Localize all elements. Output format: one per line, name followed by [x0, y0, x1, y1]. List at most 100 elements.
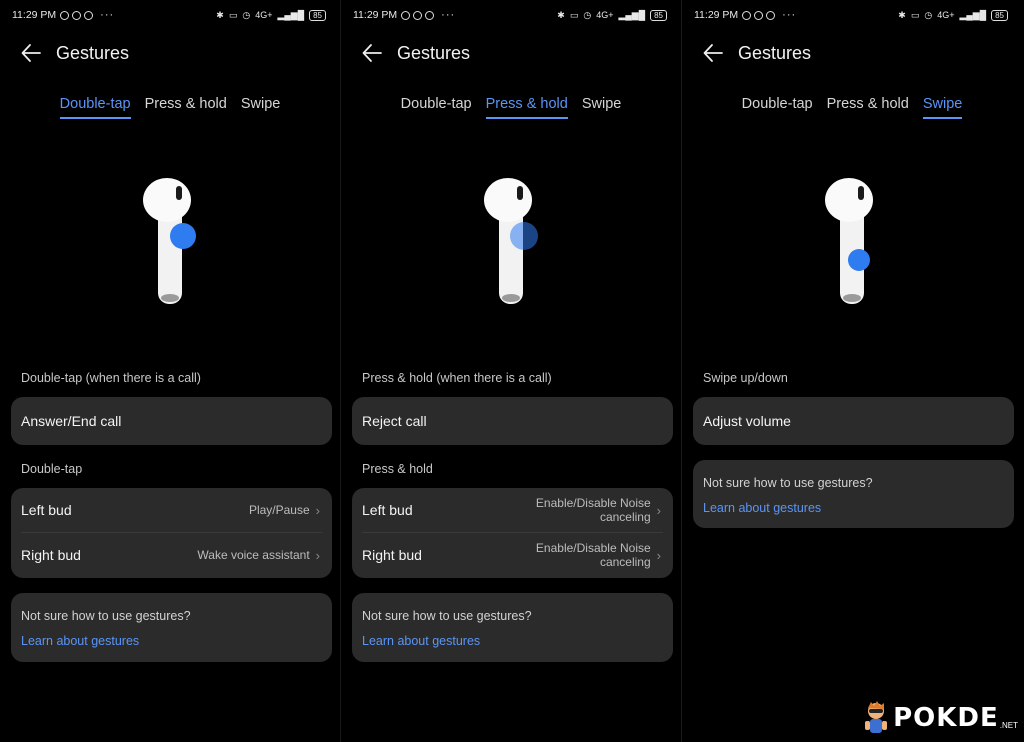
- back-arrow-icon[interactable]: [702, 42, 724, 64]
- tab-double-tap[interactable]: Double-tap: [401, 96, 472, 119]
- status-time: 11:29 PM: [694, 9, 739, 21]
- right-bud-value: Wake voice assistant: [197, 548, 310, 562]
- bluetooth-icon: ✱: [216, 9, 224, 20]
- phone-screen-swipe: 11:29 PM ··· ✱ ▭ ◷ 4G+ ▂▄▆█ 85 Gestures …: [682, 0, 1022, 742]
- watermark-text: POKDE: [893, 703, 999, 733]
- hold-indicator: [510, 222, 538, 250]
- vibrate-icon: ▭: [569, 9, 579, 20]
- messenger-icon: [72, 10, 82, 20]
- vibrate-icon: ▭: [910, 9, 920, 20]
- app-bar: Gestures: [20, 42, 129, 64]
- tab-press-and-hold[interactable]: Press & hold: [485, 96, 568, 119]
- gesture-tabs: Double-tap Press & hold Swipe: [0, 96, 340, 119]
- page-title: Gestures: [56, 42, 130, 63]
- bluetooth-icon: ✱: [557, 9, 565, 20]
- page-title: Gestures: [738, 42, 812, 63]
- network-label: 4G+: [596, 10, 614, 20]
- signal-icon: ▂▄▆█: [618, 9, 646, 20]
- twitter-icon: [84, 10, 94, 20]
- watermark-suffix: .NET: [999, 721, 1018, 730]
- tab-double-tap[interactable]: Double-tap: [59, 96, 131, 119]
- tab-swipe[interactable]: Swipe: [922, 96, 963, 119]
- network-label: 4G+: [255, 10, 273, 20]
- earbud-illustration: [143, 178, 196, 304]
- help-card: Not sure how to use gestures? Learn abou…: [11, 593, 332, 662]
- left-bud-value: Enable/Disable Noise canceling: [535, 496, 651, 524]
- call-action-value: Reject call: [362, 413, 427, 429]
- bluetooth-icon: ✱: [898, 9, 906, 20]
- learn-gestures-link[interactable]: Learn about gestures: [352, 623, 673, 648]
- notification-icons: ···: [60, 9, 114, 21]
- messenger-icon: [413, 10, 423, 20]
- right-bud-row[interactable]: Right bud Enable/Disable Noise canceling…: [352, 533, 673, 577]
- system-icons: ✱ ▭ ◷ 4G+ ▂▄▆█ 85: [216, 9, 326, 21]
- whatsapp-icon: [742, 10, 752, 20]
- tap-indicator: [170, 223, 196, 249]
- signal-icon: ▂▄▆█: [959, 9, 987, 20]
- tab-swipe[interactable]: Swipe: [241, 96, 281, 119]
- help-card: Not sure how to use gestures? Learn abou…: [352, 593, 673, 662]
- chevron-right-icon: ›: [315, 502, 320, 518]
- tab-press-and-hold[interactable]: Press & hold: [827, 96, 909, 119]
- help-card: Not sure how to use gestures? Learn abou…: [693, 460, 1014, 528]
- earbud-illustration: [825, 178, 873, 304]
- call-section-label: Press & hold (when there is a call): [362, 371, 552, 385]
- right-bud-value: Enable/Disable Noise canceling: [535, 541, 651, 569]
- more-notifications-icon: ···: [100, 9, 115, 21]
- whatsapp-icon: [60, 10, 70, 20]
- gesture-tabs: Double-tap Press & hold Swipe: [682, 96, 1022, 119]
- alarm-icon: ◷: [242, 9, 251, 20]
- bud-section-label: Double-tap: [21, 462, 83, 476]
- status-time: 11:29 PM: [12, 9, 57, 21]
- call-action-card[interactable]: Answer/End call: [11, 397, 332, 445]
- left-bud-row[interactable]: Left bud Play/Pause ›: [11, 488, 332, 532]
- system-icons: ✱ ▭ ◷ 4G+ ▂▄▆█ 85: [898, 9, 1008, 21]
- messenger-icon: [754, 10, 764, 20]
- earbud-illustration: [484, 178, 538, 304]
- call-action-card[interactable]: Reject call: [352, 397, 673, 445]
- network-label: 4G+: [937, 10, 955, 20]
- chevron-right-icon: ›: [656, 547, 661, 563]
- heart-icon: [766, 10, 776, 20]
- tab-double-tap[interactable]: Double-tap: [742, 96, 813, 119]
- twitter-icon: [425, 10, 435, 20]
- whatsapp-icon: [401, 10, 411, 20]
- battery-icon: 85: [991, 9, 1008, 21]
- back-arrow-icon[interactable]: [361, 42, 383, 64]
- more-notifications-icon: ···: [782, 9, 797, 21]
- gesture-tabs: Double-tap Press & hold Swipe: [341, 96, 681, 119]
- learn-gestures-link[interactable]: Learn about gestures: [693, 490, 1014, 515]
- tab-swipe[interactable]: Swipe: [582, 96, 622, 119]
- status-bar: 11:29 PM ··· ✱ ▭ ◷ 4G+ ▂▄▆█ 85: [353, 8, 667, 22]
- left-bud-row[interactable]: Left bud Enable/Disable Noise canceling ›: [352, 488, 673, 532]
- battery-icon: 85: [309, 9, 326, 21]
- call-section-label: Double-tap (when there is a call): [21, 371, 201, 385]
- battery-icon: 85: [650, 9, 667, 21]
- chevron-right-icon: ›: [315, 547, 320, 563]
- signal-icon: ▂▄▆█: [277, 9, 305, 20]
- swipe-section-label: Swipe up/down: [703, 371, 788, 385]
- more-notifications-icon: ···: [441, 9, 456, 21]
- alarm-icon: ◷: [583, 9, 592, 20]
- alarm-icon: ◷: [924, 9, 933, 20]
- right-bud-row[interactable]: Right bud Wake voice assistant ›: [11, 533, 332, 577]
- left-bud-value: Play/Pause: [248, 503, 310, 517]
- left-bud-label: Left bud: [21, 502, 72, 518]
- app-bar: Gestures: [702, 42, 811, 64]
- chevron-right-icon: ›: [656, 502, 661, 518]
- right-bud-label: Right bud: [21, 547, 81, 563]
- back-arrow-icon[interactable]: [20, 42, 42, 64]
- swipe-action-card[interactable]: Adjust volume: [693, 397, 1014, 445]
- vibrate-icon: ▭: [228, 9, 238, 20]
- mascot-logo-icon: [865, 701, 888, 733]
- bud-section-label: Press & hold: [362, 462, 433, 476]
- status-bar: 11:29 PM ··· ✱ ▭ ◷ 4G+ ▂▄▆█ 85: [694, 8, 1008, 22]
- call-action-value: Answer/End call: [21, 413, 122, 429]
- learn-gestures-link[interactable]: Learn about gestures: [11, 623, 332, 648]
- status-time: 11:29 PM: [353, 9, 398, 21]
- bud-settings-card: Left bud Play/Pause › Right bud Wake voic…: [11, 488, 332, 578]
- system-icons: ✱ ▭ ◷ 4G+ ▂▄▆█ 85: [557, 9, 667, 21]
- swipe-indicator: [848, 249, 870, 271]
- tab-press-and-hold[interactable]: Press & hold: [145, 96, 227, 119]
- bud-settings-card: Left bud Enable/Disable Noise canceling ›…: [352, 488, 673, 578]
